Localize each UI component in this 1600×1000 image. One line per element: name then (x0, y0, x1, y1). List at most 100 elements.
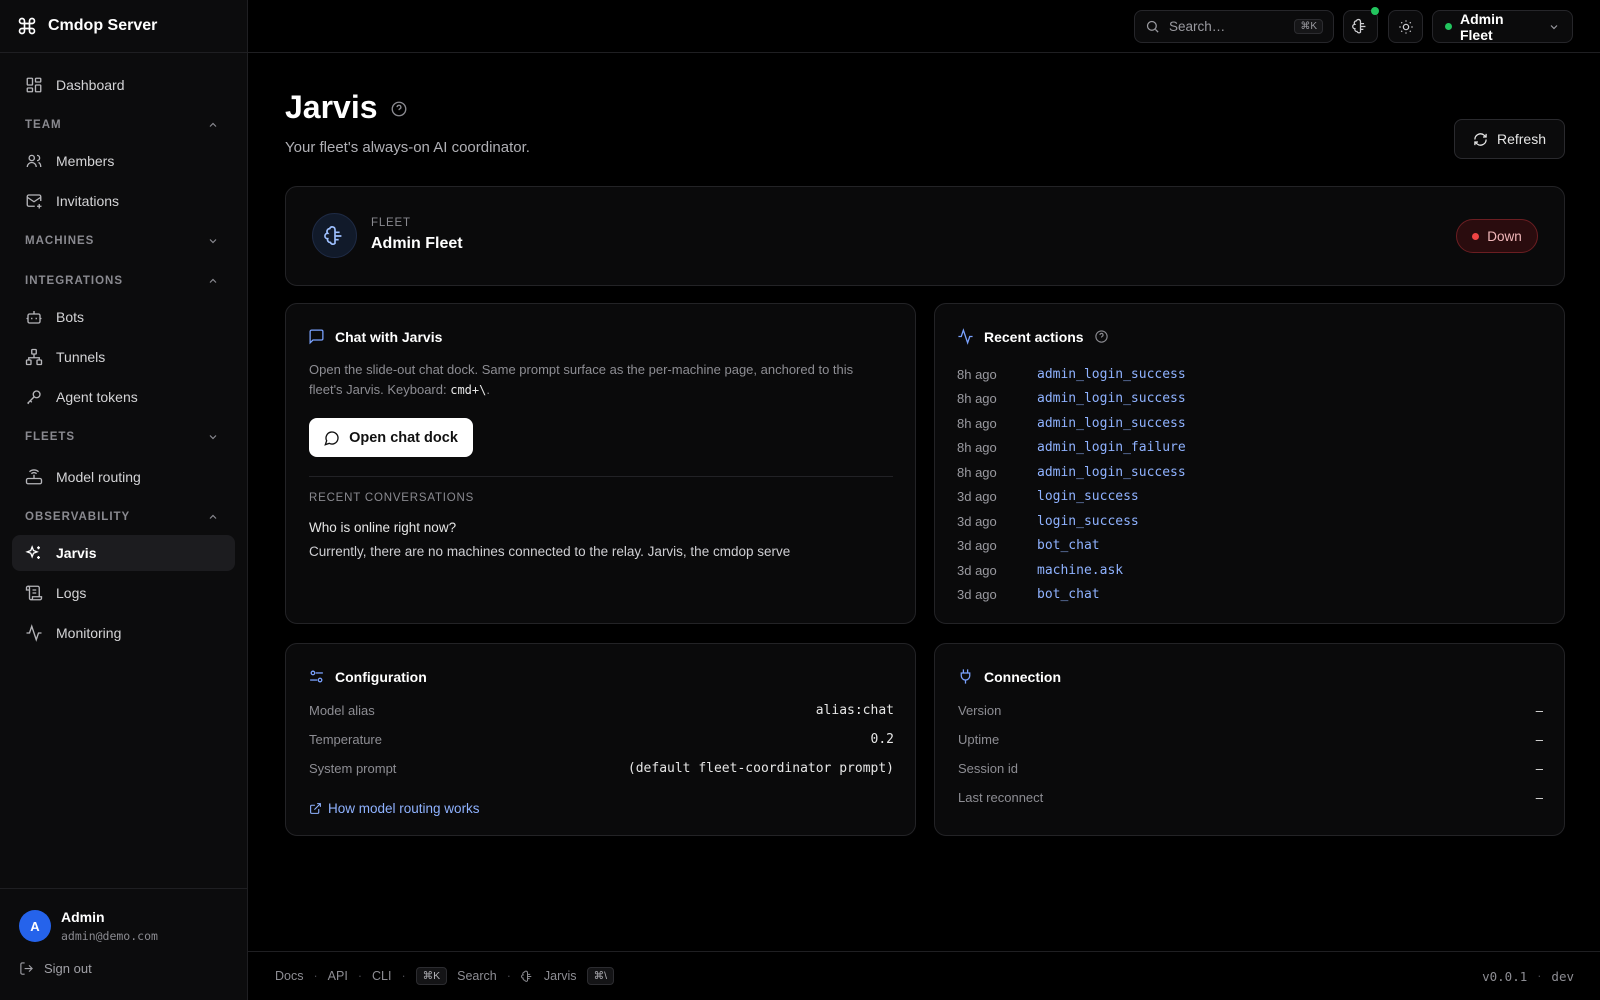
action-name[interactable]: admin_login_success (1037, 391, 1186, 406)
connection-row-session: Session id – (958, 761, 1543, 776)
dashboard-icon (26, 77, 42, 93)
card-title: Chat with Jarvis (335, 328, 443, 345)
help-circle-icon[interactable] (1094, 329, 1109, 344)
external-link-icon (310, 803, 321, 814)
chevron-up-icon (209, 514, 217, 519)
sidebar-item-label: Model routing (56, 469, 141, 485)
list-item: 8h ago admin_login_success (957, 362, 1186, 387)
sidebar-item-label: Monitoring (56, 625, 122, 641)
scroll-icon (25, 585, 43, 601)
section-fleets[interactable]: FLEETS (12, 419, 235, 455)
chevron-down-icon (209, 435, 217, 440)
list-item: 3d ago bot_chat (957, 583, 1186, 608)
card-header: Connection (957, 668, 1061, 685)
sidebar-item-label: Members (56, 153, 115, 169)
settings-sliders-icon (310, 670, 323, 683)
card-header: Chat with Jarvis (308, 328, 442, 345)
fleet-selector[interactable]: Admin Fleet (1432, 10, 1573, 43)
connection-value: – (1535, 732, 1543, 747)
sign-out-label: Sign out (44, 961, 92, 976)
config-key: Temperature (309, 732, 382, 747)
fleet-name: Admin Fleet (371, 235, 463, 252)
action-name[interactable]: bot_chat (1037, 538, 1100, 553)
sidebar-item-label: Logs (56, 585, 87, 601)
section-observability[interactable]: OBSERVABILITY (12, 499, 235, 535)
action-name[interactable]: login_success (1037, 514, 1139, 529)
avatar: A (19, 910, 51, 942)
sidebar-item-jarvis[interactable]: Jarvis (12, 535, 235, 571)
action-name[interactable]: machine.ask (1037, 563, 1123, 578)
search-input[interactable]: Search… ⌘K (1134, 10, 1334, 43)
online-indicator (1371, 7, 1379, 15)
divider (309, 476, 893, 477)
action-name[interactable]: admin_login_failure (1037, 440, 1186, 455)
action-name[interactable]: bot_chat (1037, 587, 1100, 602)
footer-jarvis-link[interactable]: Jarvis (544, 969, 577, 983)
jarvis-toggle-button[interactable] (1343, 7, 1379, 43)
sidebar-item-members[interactable]: Members (12, 143, 235, 179)
footer-search-link[interactable]: Search (457, 969, 497, 983)
brand[interactable]: Cmdop Server (0, 0, 247, 53)
mail-plus-icon (26, 194, 42, 209)
sidebar-item-invitations[interactable]: Invitations (12, 183, 235, 219)
command-logo-icon (17, 16, 37, 36)
config-key: Model alias (309, 703, 375, 718)
card-title: Configuration (335, 668, 427, 685)
page-header: Jarvis (285, 89, 408, 126)
chevron-down-icon (1550, 24, 1558, 29)
open-chat-dock-label: Open chat dock (349, 429, 458, 446)
sign-out-button[interactable]: Sign out (19, 961, 247, 976)
action-name[interactable]: admin_login_success (1037, 465, 1186, 480)
sidebar-item-monitoring[interactable]: Monitoring (12, 615, 235, 651)
brain-icon (1352, 18, 1366, 34)
action-name[interactable]: login_success (1037, 489, 1139, 504)
docs-link[interactable]: Docs (275, 969, 303, 983)
activity-icon (26, 624, 42, 642)
section-team[interactable]: TEAM (12, 107, 235, 143)
network-icon (25, 348, 43, 366)
user-name: Admin (61, 909, 105, 925)
refresh-button[interactable]: Refresh (1454, 119, 1565, 159)
search-shortcut: ⌘K (1294, 19, 1323, 34)
model-routing-docs-link[interactable]: How model routing works (309, 801, 480, 816)
separator: · (401, 969, 406, 983)
sidebar-item-tunnels[interactable]: Tunnels (12, 339, 235, 375)
sidebar-item-bots[interactable]: Bots (12, 299, 235, 335)
users-icon (26, 154, 42, 168)
status-label: Down (1487, 228, 1522, 244)
recent-conversations-label: RECENT CONVERSATIONS (309, 492, 475, 504)
list-item: 3d ago login_success (957, 485, 1186, 510)
sun-icon (1398, 19, 1413, 34)
sidebar-footer: A Admin admin@demo.com Sign out (0, 888, 247, 1000)
config-value: 0.2 (870, 732, 894, 747)
action-time: 8h ago (957, 440, 997, 456)
sidebar: Cmdop Server Dashboard TEAM Members Invi… (0, 0, 248, 1000)
sidebar-item-model-routing[interactable]: Model routing (12, 459, 235, 495)
refresh-icon (1474, 132, 1487, 146)
user-profile[interactable]: A Admin admin@demo.com (19, 909, 247, 943)
section-integrations[interactable]: INTEGRATIONS (12, 263, 235, 299)
chat-card: Chat with Jarvis Open the slide-out chat… (285, 303, 916, 624)
action-time: 8h ago (957, 415, 997, 431)
action-name[interactable]: admin_login_success (1037, 367, 1186, 382)
link-label: How model routing works (328, 801, 480, 816)
chat-description: Open the slide-out chat dock. Same promp… (309, 360, 889, 400)
cli-link[interactable]: CLI (372, 969, 391, 983)
section-machines[interactable]: MACHINES (12, 223, 235, 259)
sidebar-item-agent-tokens[interactable]: Agent tokens (12, 379, 235, 415)
sidebar-item-label: Bots (56, 309, 85, 325)
api-link[interactable]: API (328, 969, 348, 983)
sidebar-item-dashboard[interactable]: Dashboard (12, 67, 235, 103)
help-circle-icon[interactable] (390, 100, 408, 118)
theme-toggle-button[interactable] (1388, 10, 1423, 43)
footer-meta: v0.0.1 · dev (1482, 969, 1574, 984)
log-out-icon (20, 962, 33, 975)
configuration-card: Configuration Model alias alias:chat Temp… (285, 643, 916, 836)
action-name[interactable]: admin_login_success (1037, 416, 1186, 431)
search-placeholder: Search… (1169, 19, 1226, 34)
sidebar-item-logs[interactable]: Logs (12, 575, 235, 611)
plug-icon (960, 669, 971, 684)
open-chat-dock-button[interactable]: Open chat dock (309, 418, 473, 457)
conversation-question[interactable]: Who is online right now? (309, 520, 456, 535)
conversation-preview[interactable]: Currently, there are no machines connect… (309, 544, 790, 559)
